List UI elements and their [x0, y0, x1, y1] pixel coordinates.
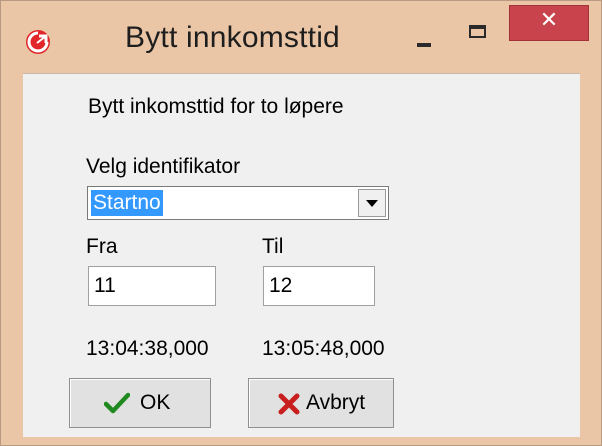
- identifier-select[interactable]: Startno: [87, 186, 389, 220]
- red-x-icon: [278, 393, 300, 420]
- identifier-selected-value: Startno: [91, 190, 163, 216]
- ok-button[interactable]: OK: [69, 378, 211, 428]
- description-text: Bytt inkomsttid for to løpere: [88, 95, 344, 118]
- to-label: Til: [262, 235, 284, 258]
- green-checkmark-icon: [103, 392, 131, 419]
- chevron-down-icon: [366, 200, 378, 207]
- maximize-icon: [469, 25, 486, 38]
- cancel-button[interactable]: Avbryt: [248, 378, 394, 428]
- minimize-icon: [417, 43, 431, 47]
- cancel-label: Avbryt: [306, 391, 366, 414]
- from-input[interactable]: 11: [88, 266, 216, 306]
- close-button[interactable]: ✕: [509, 5, 589, 41]
- maximize-button[interactable]: [453, 15, 505, 59]
- minimize-button[interactable]: [399, 15, 449, 59]
- from-label: Fra: [86, 235, 118, 258]
- close-icon: ✕: [539, 8, 559, 33]
- dialog-body: Bytt inkomsttid for to løpere Velg ident…: [23, 73, 580, 437]
- window-title: Bytt innkomsttid: [125, 21, 340, 54]
- to-time: 13:05:48,000: [262, 337, 385, 360]
- app-icon[interactable]: [25, 29, 51, 55]
- to-input[interactable]: 12: [263, 266, 375, 306]
- from-time: 13:04:38,000: [86, 337, 209, 360]
- dialog-window: Bytt innkomsttid ✕ Bytt inkomsttid for t…: [0, 0, 602, 446]
- identifier-label: Velg identifikator: [86, 155, 241, 178]
- ok-label: OK: [140, 391, 171, 414]
- dropdown-button[interactable]: [358, 189, 386, 217]
